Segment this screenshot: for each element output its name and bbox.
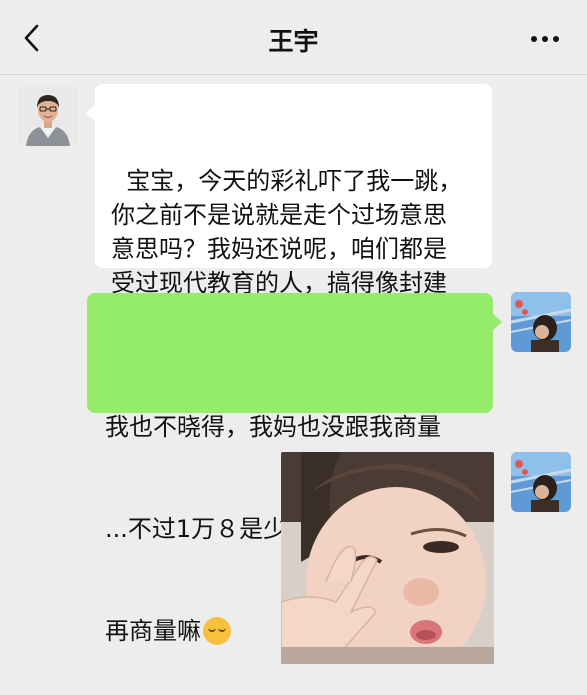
my-avatar[interactable]	[511, 452, 571, 512]
more-button[interactable]	[525, 24, 565, 54]
child-photo-avatar-icon	[511, 292, 571, 352]
bubble-tail	[86, 104, 96, 122]
more-dots-icon	[531, 36, 559, 42]
grinning-squint-emoji-icon	[203, 617, 231, 645]
outgoing-message-line: 我也不晓得，我妈也没跟我商量	[105, 413, 441, 441]
child-photo-avatar-icon	[511, 452, 571, 512]
chat-header: 王宇	[0, 0, 587, 75]
outgoing-message-bubble[interactable]: 我也不晓得，我妈也没跟我商量 ...不过1万８是少了点，你跟阿姨 再商量嘛	[87, 293, 502, 645]
incoming-message-bubble[interactable]: 宝宝，今天的彩礼吓了我一跳， 你之前不是说就是走个过场意思 意思吗？我妈还说呢，…	[86, 84, 492, 331]
my-avatar[interactable]	[511, 292, 571, 352]
outgoing-message-line: 再商量嘛	[105, 617, 201, 645]
child-peace-sign-photo-icon	[281, 452, 494, 664]
bubble-tail	[492, 313, 502, 331]
contact-avatar[interactable]	[18, 86, 78, 146]
man-avatar-icon	[18, 86, 78, 146]
chat-title: 王宇	[268, 27, 319, 56]
outgoing-image-message[interactable]	[281, 452, 494, 664]
